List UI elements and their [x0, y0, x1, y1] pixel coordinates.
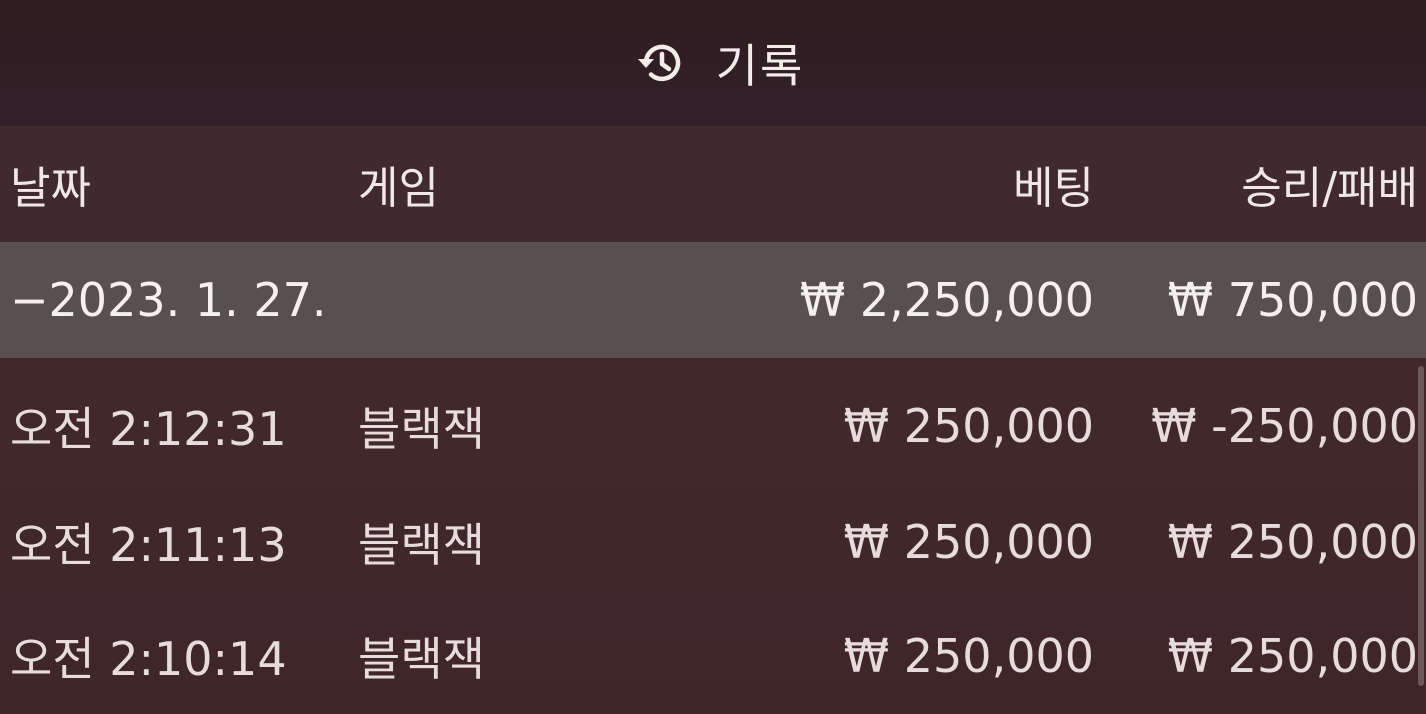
column-header-date: 날짜 [10, 163, 91, 214]
row-bet: ₩ 250,000 [843, 399, 1094, 453]
history-icon [632, 35, 688, 91]
row-game: 블랙잭 [358, 632, 485, 686]
table-row[interactable]: 오전 2:12:31 블랙잭 ₩ 250,000 ₩ -250,000 [0, 368, 1426, 484]
row-time: 오전 2:11:13 [10, 518, 287, 572]
row-game: 블랙잭 [358, 402, 485, 456]
table-row[interactable]: 오전 2:11:13 블랙잭 ₩ 250,000 ₩ 250,000 [0, 484, 1426, 600]
row-result: ₩ -250,000 [1151, 399, 1418, 453]
vertical-scrollbar[interactable] [1418, 366, 1424, 686]
row-time: 오전 2:10:14 [10, 632, 287, 686]
page-title: 기록 [715, 39, 805, 93]
group-bet-total: ₩ 2,250,000 [799, 273, 1094, 327]
row-result: ₩ 250,000 [1167, 515, 1418, 569]
date-group-row[interactable]: −2023. 1. 27. ₩ 2,250,000 ₩ 750,000 [0, 242, 1426, 358]
row-time: 오전 2:12:31 [10, 402, 287, 456]
history-table: 날짜 게임 베팅 승리/패배 −2023. 1. 27. ₩ 2,250,000… [0, 126, 1426, 686]
row-bet: ₩ 250,000 [843, 629, 1094, 683]
row-bet: ₩ 250,000 [843, 515, 1094, 569]
history-header: 기록 [0, 0, 1426, 126]
history-title-group: 기록 [632, 30, 805, 96]
column-header-bet: 베팅 [1013, 163, 1094, 214]
column-header-result: 승리/패배 [1241, 163, 1418, 214]
row-game: 블랙잭 [358, 518, 485, 572]
group-result-total: ₩ 750,000 [1167, 273, 1418, 327]
table-row[interactable]: 오전 2:10:14 블랙잭 ₩ 250,000 ₩ 250,000 [0, 598, 1426, 714]
table-header-row: 날짜 게임 베팅 승리/패배 [0, 126, 1426, 242]
group-date: −2023. 1. 27. [10, 273, 327, 327]
row-result: ₩ 250,000 [1167, 629, 1418, 683]
column-header-game: 게임 [358, 163, 439, 214]
